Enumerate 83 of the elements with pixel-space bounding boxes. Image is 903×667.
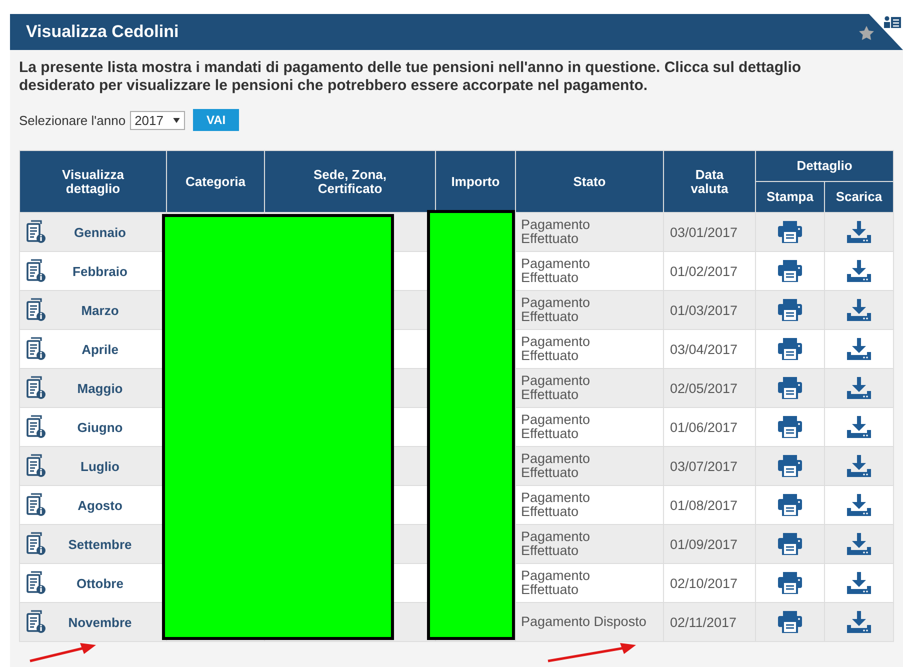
printer-icon[interactable] <box>778 377 802 399</box>
year-label: Selezionare l'anno <box>19 112 126 128</box>
month-link[interactable]: Agosto <box>78 498 122 512</box>
month-link[interactable]: Aprile <box>82 342 118 356</box>
download-icon[interactable] <box>847 494 871 516</box>
download-icon[interactable] <box>847 299 871 321</box>
download-icon[interactable] <box>847 377 871 399</box>
table-cell: Pagamento Effettuato <box>516 212 664 252</box>
printer-icon[interactable] <box>778 455 802 477</box>
printer-icon[interactable] <box>778 533 802 555</box>
table-cell: Pagamento Effettuato <box>516 290 664 330</box>
month-link[interactable]: Marzo <box>81 302 119 318</box>
printer-icon[interactable] <box>778 338 802 360</box>
month-link[interactable]: Settembre <box>68 536 132 552</box>
window-title: Visualizza Cedolini <box>26 22 179 42</box>
document-info-icon[interactable] <box>26 415 46 439</box>
table-cell: 03/01/2017 <box>664 212 756 252</box>
column-header: Visualizza dettaglio <box>20 150 166 212</box>
download-icon[interactable] <box>847 455 871 477</box>
table-cell: Pagamento Effettuato <box>516 252 664 290</box>
document-info-icon[interactable] <box>26 337 46 361</box>
download-icon[interactable] <box>847 416 871 438</box>
table-cell: 02/05/2017 <box>664 368 756 408</box>
month-link[interactable]: Novembre <box>68 614 132 630</box>
column-header: Dettaglio <box>756 150 894 182</box>
download-icon[interactable] <box>847 533 871 555</box>
intro-text: La presente lista mostra i mandati di pagamento delle tue pensioni nell'anno in questione. Clicca sul dettaglio desiderato per visualizzare le pensioni che potrebbero essere accorpate nel pagamento. <box>19 59 802 95</box>
table-cell: Pagamento Effettuato <box>516 330 664 368</box>
table-cell: Pagamento Effettuato <box>516 446 664 486</box>
month-link[interactable]: Luglio <box>80 458 120 474</box>
column-header: Data valuta <box>664 150 756 212</box>
table-cell: Pagamento Effettuato <box>516 408 664 446</box>
download-icon[interactable] <box>847 338 871 360</box>
download-icon[interactable] <box>847 611 871 633</box>
table-cell: 01/03/2017 <box>664 290 756 330</box>
printer-icon[interactable] <box>778 572 802 594</box>
download-icon[interactable] <box>847 221 871 243</box>
document-info-icon[interactable] <box>26 532 46 556</box>
star-icon[interactable] <box>858 25 875 42</box>
table-cell: 01/08/2017 <box>664 486 756 524</box>
table-cell: Pagamento Effettuato <box>516 564 664 602</box>
document-info-icon[interactable] <box>26 259 46 283</box>
column-header: Importo <box>436 150 516 212</box>
document-info-icon[interactable] <box>26 220 46 244</box>
printer-icon[interactable] <box>778 260 802 282</box>
table-cell: 02/11/2017 <box>664 602 756 642</box>
document-info-icon[interactable] <box>26 493 46 517</box>
document-info-icon[interactable] <box>26 610 46 634</box>
table-cell: 01/06/2017 <box>664 408 756 446</box>
printer-icon[interactable] <box>778 221 802 243</box>
printer-icon[interactable] <box>778 611 802 633</box>
document-info-icon[interactable] <box>26 376 46 400</box>
table-cell: 03/07/2017 <box>664 446 756 486</box>
column-header: Stampa <box>756 182 824 212</box>
table-cell: Pagamento Effettuato <box>516 486 664 524</box>
column-header: Scarica <box>824 182 894 212</box>
printer-icon[interactable] <box>778 494 802 516</box>
month-link[interactable]: Febbraio <box>72 264 128 278</box>
table-cell: 02/10/2017 <box>664 564 756 602</box>
column-header: Stato <box>516 150 664 212</box>
month-link[interactable]: Giugno <box>77 420 123 434</box>
month-link[interactable]: Gennaio <box>74 224 126 240</box>
dropdown-caret-icon <box>173 118 180 122</box>
table-cell: Pagamento Disposto <box>516 602 664 642</box>
column-header: Categoria <box>166 150 264 212</box>
table-cell: 03/04/2017 <box>664 330 756 368</box>
annotation-arrow <box>28 643 98 663</box>
month-link[interactable]: Maggio <box>77 380 123 396</box>
corner-tab-icon[interactable] <box>869 14 903 50</box>
year-select[interactable]: 2017 <box>130 110 186 130</box>
table-cell: 01/09/2017 <box>664 524 756 564</box>
document-info-icon[interactable] <box>26 298 46 322</box>
month-link[interactable]: Ottobre <box>76 576 124 590</box>
table-cell: Pagamento Effettuato <box>516 524 664 564</box>
document-info-icon[interactable] <box>26 571 46 595</box>
table-cell: Pagamento Effettuato <box>516 368 664 408</box>
printer-icon[interactable] <box>778 416 802 438</box>
download-icon[interactable] <box>847 572 871 594</box>
download-icon[interactable] <box>847 260 871 282</box>
printer-icon[interactable] <box>778 299 802 321</box>
column-header: Sede, Zona, Certificato <box>264 150 436 212</box>
document-info-icon[interactable] <box>26 454 46 478</box>
table-cell: 01/02/2017 <box>664 252 756 290</box>
